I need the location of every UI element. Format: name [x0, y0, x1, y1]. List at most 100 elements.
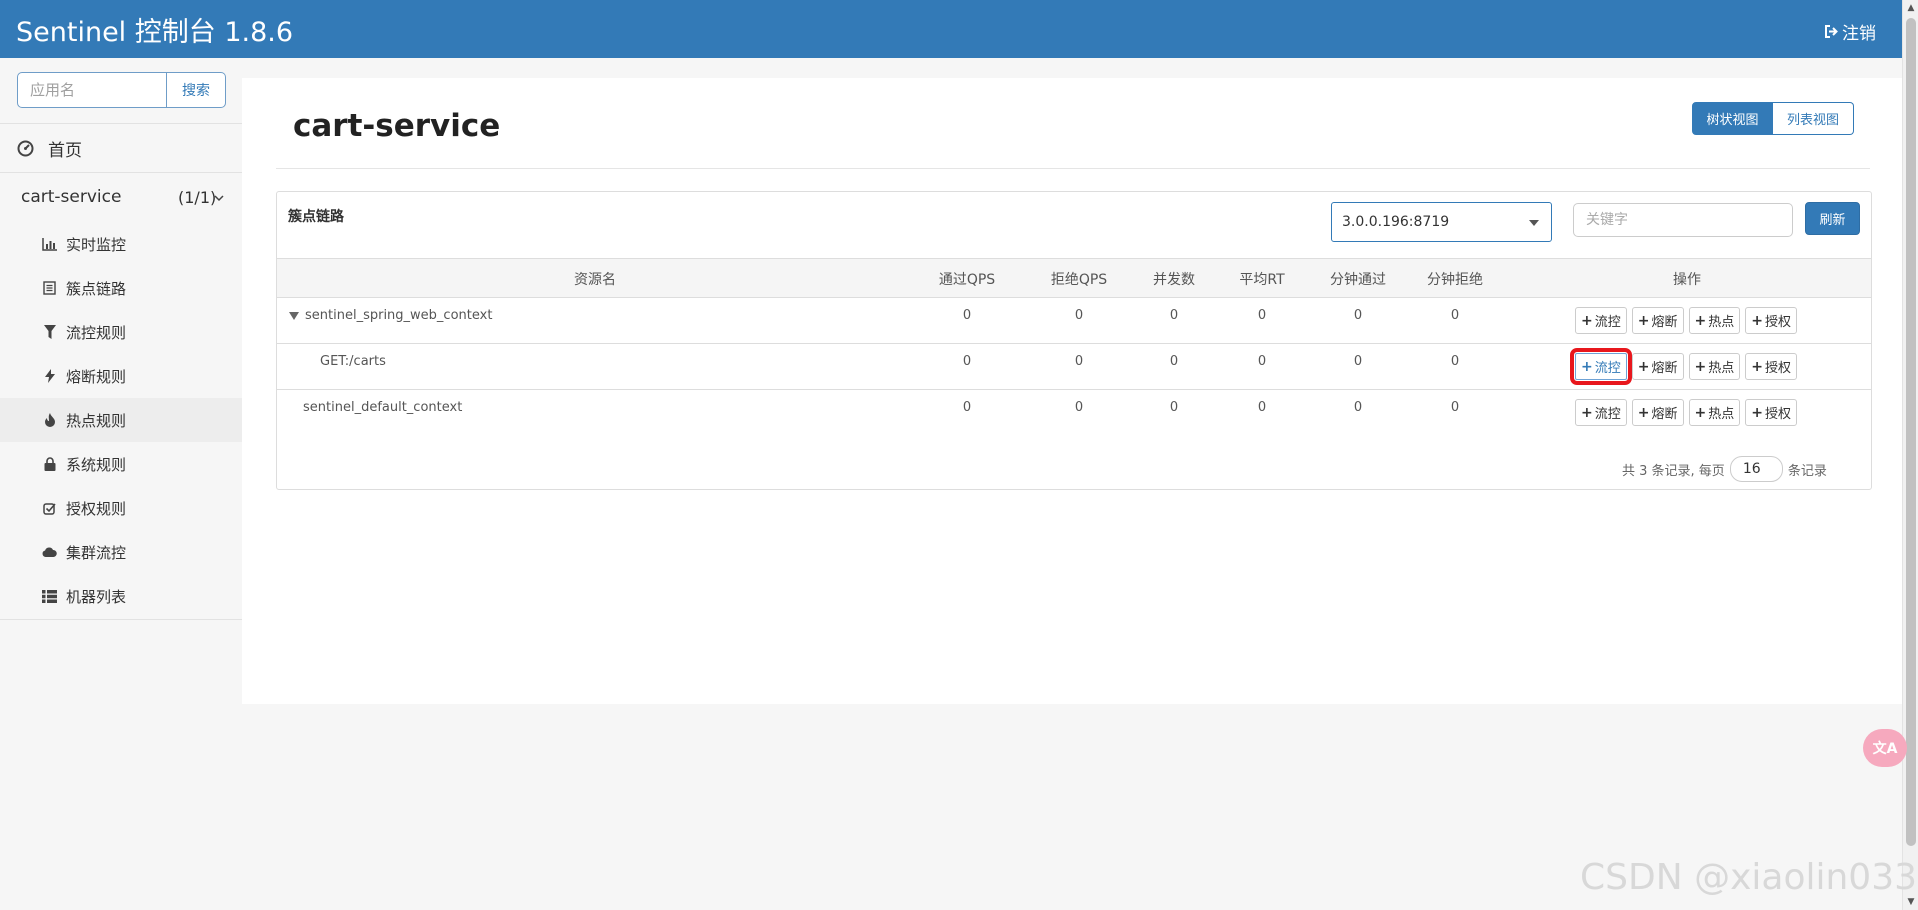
column-header: 平均RT	[1239, 272, 1285, 288]
view-toggle: 树状视图 列表视图	[1692, 102, 1854, 135]
sidebar-item-label: 流控规则	[66, 323, 127, 342]
minute-block: 0	[1450, 354, 1460, 369]
row-actions: + 流控 + 熔断 + 热点 + 授权	[1570, 348, 1797, 385]
resource-name[interactable]: sentinel_default_context	[303, 400, 462, 415]
avg-rt: 0	[1257, 400, 1267, 415]
sidebar-item-home[interactable]: 首页	[0, 123, 242, 173]
add-auth-rule-button[interactable]: + 授权	[1745, 399, 1797, 426]
add-hotspot-rule-button[interactable]: + 热点	[1688, 399, 1741, 426]
sidebar-item-degrade-rules[interactable]: 熔断规则	[0, 354, 242, 398]
page-scrollbar[interactable]: ▲ ▼	[1902, 0, 1918, 910]
add-degrade-rule-button[interactable]: + 熔断	[1631, 399, 1684, 426]
avg-rt: 0	[1257, 354, 1267, 369]
plus-icon: +	[1637, 404, 1650, 421]
sidebar: 搜索 首页 cart-service (1/1) 实时监控 簇点链路 流控规则 …	[0, 58, 242, 620]
button-label: 流控	[1594, 315, 1621, 330]
add-degrade-rule-button[interactable]: + 熔断	[1631, 307, 1684, 334]
minute-pass: 0	[1353, 308, 1363, 323]
app-instance-count: (1/1)	[178, 187, 217, 207]
plus-icon: +	[1694, 358, 1707, 375]
minute-pass: 0	[1353, 354, 1363, 369]
plus-icon: +	[1751, 358, 1763, 375]
sidebar-item-label: 授权规则	[66, 499, 127, 518]
plus-icon: +	[1694, 312, 1707, 329]
plus-icon: +	[1581, 312, 1593, 329]
sidebar-item-cluster-link[interactable]: 簇点链路	[0, 266, 242, 310]
pass-qps: 0	[962, 400, 972, 415]
button-label: 授权	[1764, 361, 1791, 376]
chevron-down-icon	[214, 187, 224, 207]
sidebar-item-flow-rules[interactable]: 流控规则	[0, 310, 242, 354]
sidebar-item-label: 热点规则	[66, 411, 127, 430]
dashboard-icon	[17, 140, 34, 157]
sidebar-item-label: 系统规则	[66, 455, 127, 474]
logout-link[interactable]: 注销	[1823, 19, 1876, 44]
minute-block: 0	[1450, 308, 1460, 323]
pager-prefix: 共 3 条记录, 每页	[1622, 463, 1725, 479]
column-header: 资源名	[574, 272, 616, 288]
add-hotspot-rule-button[interactable]: + 热点	[1688, 353, 1741, 380]
list-view-button[interactable]: 列表视图	[1773, 102, 1854, 135]
button-label: 热点	[1708, 315, 1735, 330]
resource-name[interactable]: sentinel_spring_web_context	[289, 308, 492, 323]
watermark: CSDN @xiaolin0333	[1580, 857, 1918, 898]
sidebar-item-auth-rules[interactable]: 授权规则	[0, 486, 242, 530]
collapse-triangle-icon[interactable]	[289, 311, 299, 320]
app-search-button[interactable]: 搜索	[167, 72, 226, 108]
add-hotspot-rule-button[interactable]: + 热点	[1688, 307, 1741, 334]
app-title: Sentinel 控制台 1.8.6	[16, 17, 294, 48]
button-label: 热点	[1708, 361, 1735, 376]
add-flow-rule-button[interactable]: + 流控	[1570, 348, 1632, 385]
resource-panel: 簇点链路 3.0.0.196:8719 刷新 资源名 通过QPS 拒绝QPS 并…	[276, 191, 1872, 490]
app-search-input[interactable]	[17, 72, 167, 108]
pagination: 共 3 条记录, 每页 16 条记录	[1622, 456, 1827, 482]
column-header: 通过QPS	[938, 272, 996, 288]
sidebar-item-machine-list[interactable]: 机器列表	[0, 574, 242, 618]
page-size-input[interactable]: 16	[1729, 456, 1783, 482]
app-name: cart-service	[21, 187, 122, 207]
tree-view-button[interactable]: 树状视图	[1692, 102, 1773, 135]
add-flow-rule-button[interactable]: + 流控	[1575, 399, 1627, 426]
sidebar-item-hotspot-rules[interactable]: 热点规则	[0, 398, 242, 442]
row-actions: + 流控 + 熔断 + 热点 + 授权	[1575, 307, 1797, 334]
keyword-input[interactable]	[1573, 203, 1793, 237]
add-flow-rule-button[interactable]: + 流控	[1575, 307, 1627, 334]
scrollbar-thumb[interactable]	[1906, 18, 1916, 846]
sidebar-item-realtime-monitor[interactable]: 实时监控	[0, 222, 242, 266]
page-title: cart-service	[293, 108, 501, 144]
main-content: cart-service 树状视图 列表视图 簇点链路 3.0.0.196:87…	[242, 78, 1902, 704]
plus-icon: +	[1751, 404, 1763, 421]
fire-icon	[41, 413, 58, 428]
button-label: 熔断	[1651, 361, 1678, 376]
add-auth-rule-button[interactable]: + 授权	[1745, 353, 1797, 380]
resource-name-label: sentinel_spring_web_context	[305, 308, 493, 323]
translate-icon[interactable]: 文A	[1863, 729, 1907, 767]
minute-pass: 0	[1353, 400, 1363, 415]
block-qps: 0	[1074, 308, 1084, 323]
concurrency: 0	[1169, 354, 1179, 369]
list-box-icon	[41, 281, 58, 296]
refresh-button[interactable]: 刷新	[1805, 202, 1860, 235]
sidebar-app-cart-service[interactable]: cart-service (1/1)	[0, 172, 242, 222]
flash-icon	[41, 369, 58, 384]
concurrency: 0	[1169, 400, 1179, 415]
add-degrade-rule-button[interactable]: + 熔断	[1631, 353, 1684, 380]
sidebar-item-system-rules[interactable]: 系统规则	[0, 442, 242, 486]
column-header: 并发数	[1153, 272, 1195, 288]
sidebar-item-cluster-flow[interactable]: 集群流控	[0, 530, 242, 574]
table-header: 资源名 通过QPS 拒绝QPS 并发数 平均RT 分钟通过 分钟拒绝 操作	[277, 258, 1871, 298]
machine-select-value: 3.0.0.196:8719	[1342, 214, 1450, 230]
button-label: 授权	[1764, 407, 1791, 422]
block-qps: 0	[1074, 400, 1084, 415]
add-auth-rule-button[interactable]: + 授权	[1745, 307, 1797, 334]
sidebar-item-label: 实时监控	[66, 235, 127, 254]
th-list-icon	[41, 589, 58, 604]
machine-select[interactable]: 3.0.0.196:8719	[1331, 202, 1552, 242]
app-menu: 实时监控 簇点链路 流控规则 熔断规则 热点规则 系统规则 授权规则 集群流控	[0, 222, 242, 618]
resource-name[interactable]: GET:/carts	[320, 354, 386, 369]
scroll-up-arrow-icon[interactable]: ▲	[1903, 0, 1918, 16]
table-row: sentinel_spring_web_context 0 0 0 0 0 0 …	[277, 298, 1871, 344]
plus-icon: +	[1581, 358, 1593, 375]
sidebar-item-label: 集群流控	[66, 543, 127, 562]
column-header: 拒绝QPS	[1050, 272, 1108, 288]
